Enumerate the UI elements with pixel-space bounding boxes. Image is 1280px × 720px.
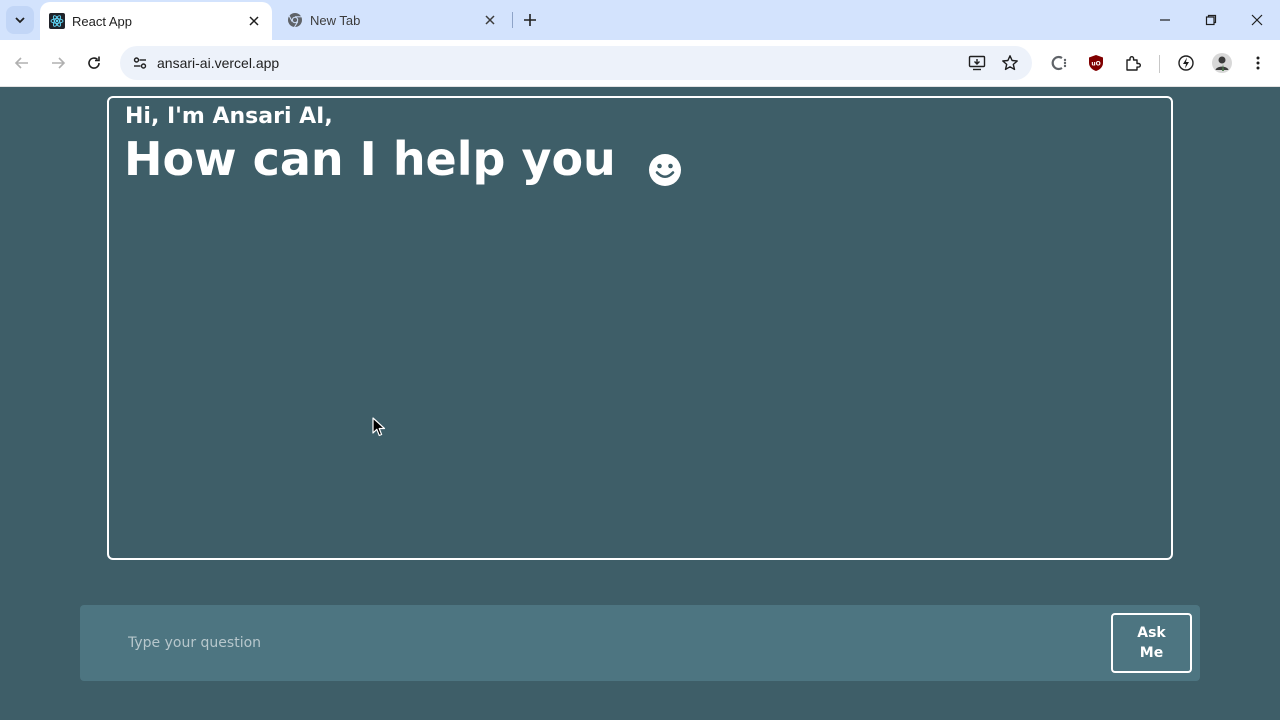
arrow-left-icon <box>14 57 28 69</box>
extension-c-icon[interactable] <box>1048 51 1072 75</box>
tab-divider <box>512 12 513 28</box>
more-vertical-icon <box>1256 56 1260 70</box>
back-button[interactable] <box>10 51 34 75</box>
chrome-icon <box>287 12 303 28</box>
site-settings-icon[interactable] <box>128 51 152 75</box>
profile-avatar[interactable] <box>1210 51 1234 75</box>
tab-search-button[interactable] <box>6 6 34 34</box>
greeting-question-text: How can I help you <box>124 132 616 186</box>
tab-title: React App <box>72 14 132 29</box>
menu-button[interactable] <box>1246 51 1270 75</box>
toolbar-divider <box>1159 55 1160 73</box>
close-icon[interactable] <box>482 12 498 28</box>
close-window-button[interactable] <box>1245 8 1269 32</box>
tab-strip: React App New Tab <box>0 0 1280 40</box>
browser-toolbar: ansari-ai.vercel.app uO <box>0 40 1280 87</box>
tab-title: New Tab <box>310 13 361 28</box>
plus-icon <box>524 14 536 26</box>
minimize-button[interactable] <box>1153 8 1177 32</box>
chat-panel: Hi, I'm Ansari AI, How can I help you <box>107 96 1173 560</box>
forward-button[interactable] <box>46 51 70 75</box>
greeting-intro: Hi, I'm Ansari AI, <box>125 104 333 129</box>
extensions-puzzle-icon[interactable] <box>1121 51 1145 75</box>
performance-icon[interactable] <box>1174 51 1198 75</box>
bookmark-star-icon[interactable] <box>998 51 1022 75</box>
question-input[interactable] <box>112 627 1092 659</box>
tab-new-tab[interactable]: New Tab <box>278 0 510 40</box>
question-form: Ask Me <box>80 605 1200 681</box>
minimize-icon <box>1160 19 1170 21</box>
url-text[interactable]: ansari-ai.vercel.app <box>157 55 279 71</box>
smiley-face-icon <box>648 144 682 186</box>
chevron-down-icon <box>15 17 25 24</box>
restore-icon <box>1205 14 1217 26</box>
tab-react-app[interactable]: React App <box>40 2 272 40</box>
install-app-icon[interactable] <box>965 51 989 75</box>
mouse-cursor-icon <box>372 417 386 437</box>
reload-button[interactable] <box>82 51 106 75</box>
reload-icon <box>88 56 100 69</box>
address-bar[interactable]: ansari-ai.vercel.app <box>120 46 1032 80</box>
ublock-origin-icon[interactable]: uO <box>1084 51 1108 75</box>
close-icon <box>1251 14 1263 26</box>
page-content: Hi, I'm Ansari AI, How can I help you As… <box>0 88 1280 720</box>
greeting-question: How can I help you <box>124 132 682 186</box>
new-tab-button[interactable] <box>520 10 540 30</box>
arrow-right-icon <box>52 57 66 69</box>
svg-text:uO: uO <box>1091 61 1100 68</box>
restore-button[interactable] <box>1199 8 1223 32</box>
close-icon[interactable] <box>246 13 262 29</box>
react-icon <box>49 13 65 29</box>
ask-me-button[interactable]: Ask Me <box>1111 613 1192 673</box>
